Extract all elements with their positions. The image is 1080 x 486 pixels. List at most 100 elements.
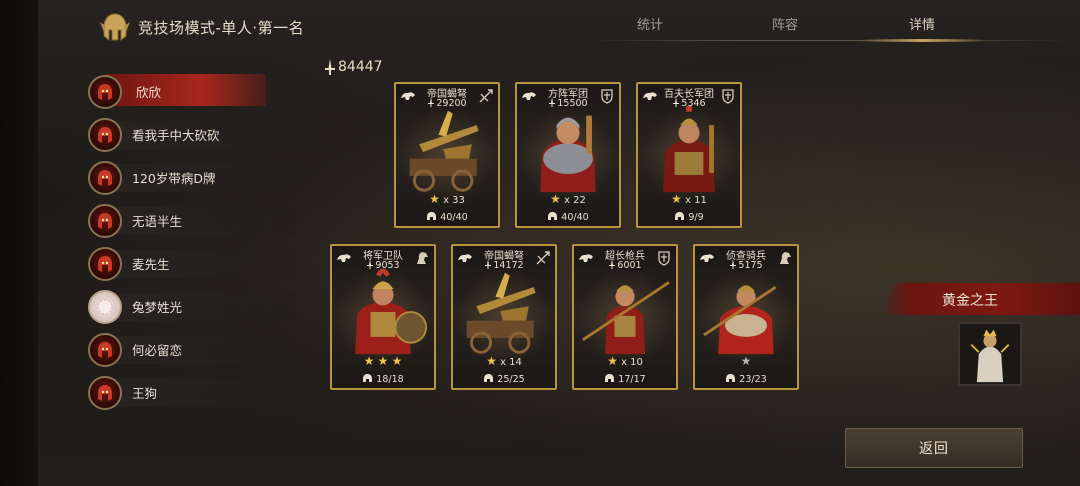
centurion-art [663,106,715,193]
sword-icon [325,59,335,75]
golden-king-portrait-icon [960,324,1020,384]
unit-star-count: x 10 [621,357,643,368]
red-helmet-icon [98,212,112,229]
unit-art-legionary [521,106,615,196]
general-art [355,268,428,355]
player-item[interactable]: 兔梦姓光 [88,285,296,328]
tab-details[interactable]: 详情 [877,14,967,33]
star-icon: ★ [671,192,682,206]
unit-stars: ★ ★ ★ [332,354,434,368]
unit-troops-value: 40/40 [561,212,589,223]
player-item[interactable]: 何必留恋 [88,328,296,371]
spearman-art [582,281,670,355]
star-icon: ★ [363,354,375,368]
unit-card[interactable]: 百夫长军团 5346 ★ x 11 9/9 [636,82,742,228]
player-item[interactable]: 无语半生 [88,199,296,242]
tab-bar: 统计 阵容 详情 [590,14,1070,42]
avatar [88,375,122,410]
unit-troops: 40/40 [517,211,619,223]
hero-portrait[interactable] [958,322,1022,386]
player-list: 欣欣 看我手中大砍砍 120岁带病D牌 无语半生 麦先生 兔梦姓光 何必留恋 王… [88,70,296,414]
unit-art-general [336,268,430,358]
unit-troops-value: 17/17 [618,374,646,385]
player-item[interactable]: 看我手中大砍砍 [88,113,296,156]
unit-troops: 17/17 [574,373,676,385]
unit-troops-value: 9/9 [688,212,704,223]
avatar [88,160,122,195]
unit-stars: ★ x 10 [574,354,676,368]
star-icon: ★ [740,354,752,368]
left-edge-shade [0,0,38,486]
red-helmet-icon [98,169,112,186]
unit-troops-value: 23/23 [739,374,767,385]
unit-card[interactable]: 帝国蝎弩 14172 ★ x 14 25/25 [451,244,557,390]
unit-troops: 25/25 [453,373,555,385]
helmet-icon [726,374,736,382]
helmet-icon [363,374,373,382]
unit-card[interactable]: 帝国蝎弩 29200 ★ x 33 40/40 [394,82,500,228]
unit-star-count: x 11 [685,195,707,206]
tab-lineup[interactable]: 阵容 [740,14,830,33]
helmet-icon [484,374,494,382]
unit-art-ballista [457,268,551,358]
tab-active-indicator [860,39,985,42]
star-icon: ★ [377,354,389,368]
red-helmet-icon [98,341,112,358]
player-item[interactable]: 王狗 [88,371,296,414]
pale-circle-icon [97,298,113,315]
star-icon: ★ [550,192,561,206]
unit-troops: 40/40 [396,211,498,223]
unit-card[interactable]: 将军卫队 9053 ★ ★ ★ 18/18 [330,244,436,390]
page-title: 竞技场模式-单人·第一名 [138,18,305,37]
unit-art-centurion [642,106,736,196]
star-icon: ★ [429,192,440,206]
hero-title-banner: 黄金之王 [880,283,1080,315]
header: 竞技场模式-单人·第一名 [98,12,304,42]
total-power: 84447 [323,58,383,76]
unit-card[interactable]: 方阵军团 15500 ★ x 22 40/40 [515,82,621,228]
legionary-art [540,115,596,193]
ballista-art [466,272,536,354]
player-item[interactable]: 120岁带病D牌 [88,156,296,199]
player-name: 无语半生 [132,214,183,229]
player-name: 看我手中大砍砍 [132,128,220,143]
unit-art-scout [699,268,793,358]
unit-troops-value: 18/18 [376,374,404,385]
player-item[interactable]: 麦先生 [88,242,296,285]
unit-star-count: x 33 [443,195,465,206]
unit-card[interactable]: 侦查骑兵 5175 ★ 23/23 [693,244,799,390]
unit-troops: 23/23 [695,373,797,385]
helmet-icon [675,212,685,220]
star-icon: ★ [391,354,403,368]
star-icon: ★ [486,354,497,368]
avatar [88,332,122,367]
unit-troops-value: 40/40 [440,212,468,223]
unit-troops: 18/18 [332,373,434,385]
helmet-icon [427,212,437,220]
total-power-value: 84447 [338,59,383,75]
player-name: 麦先生 [132,257,170,272]
player-name: 兔梦姓光 [132,300,183,315]
unit-stars: ★ x 14 [453,354,555,368]
back-button[interactable]: 返回 [845,428,1023,468]
red-helmet-icon [98,384,112,401]
player-name: 欣欣 [136,85,162,100]
avatar [88,246,122,281]
unit-art-ballista [400,106,494,196]
unit-troops-value: 25/25 [497,374,525,385]
scout-art [703,285,777,355]
tab-divider [590,40,1070,41]
unit-stars: ★ x 33 [396,192,498,206]
player-name: 120岁带病D牌 [132,171,216,186]
avatar [88,74,122,109]
tab-stats[interactable]: 统计 [605,14,695,33]
unit-card[interactable]: 超长枪兵 6001 ★ x 10 17/17 [572,244,678,390]
avatar [88,117,122,152]
unit-star-count: x 22 [564,195,586,206]
unit-stars: ★ [695,354,797,368]
avatar [88,289,122,324]
unit-troops: 9/9 [638,211,740,223]
helmet-icon [548,212,558,220]
player-item[interactable]: 欣欣 [88,70,288,113]
red-helmet-icon [98,255,112,272]
